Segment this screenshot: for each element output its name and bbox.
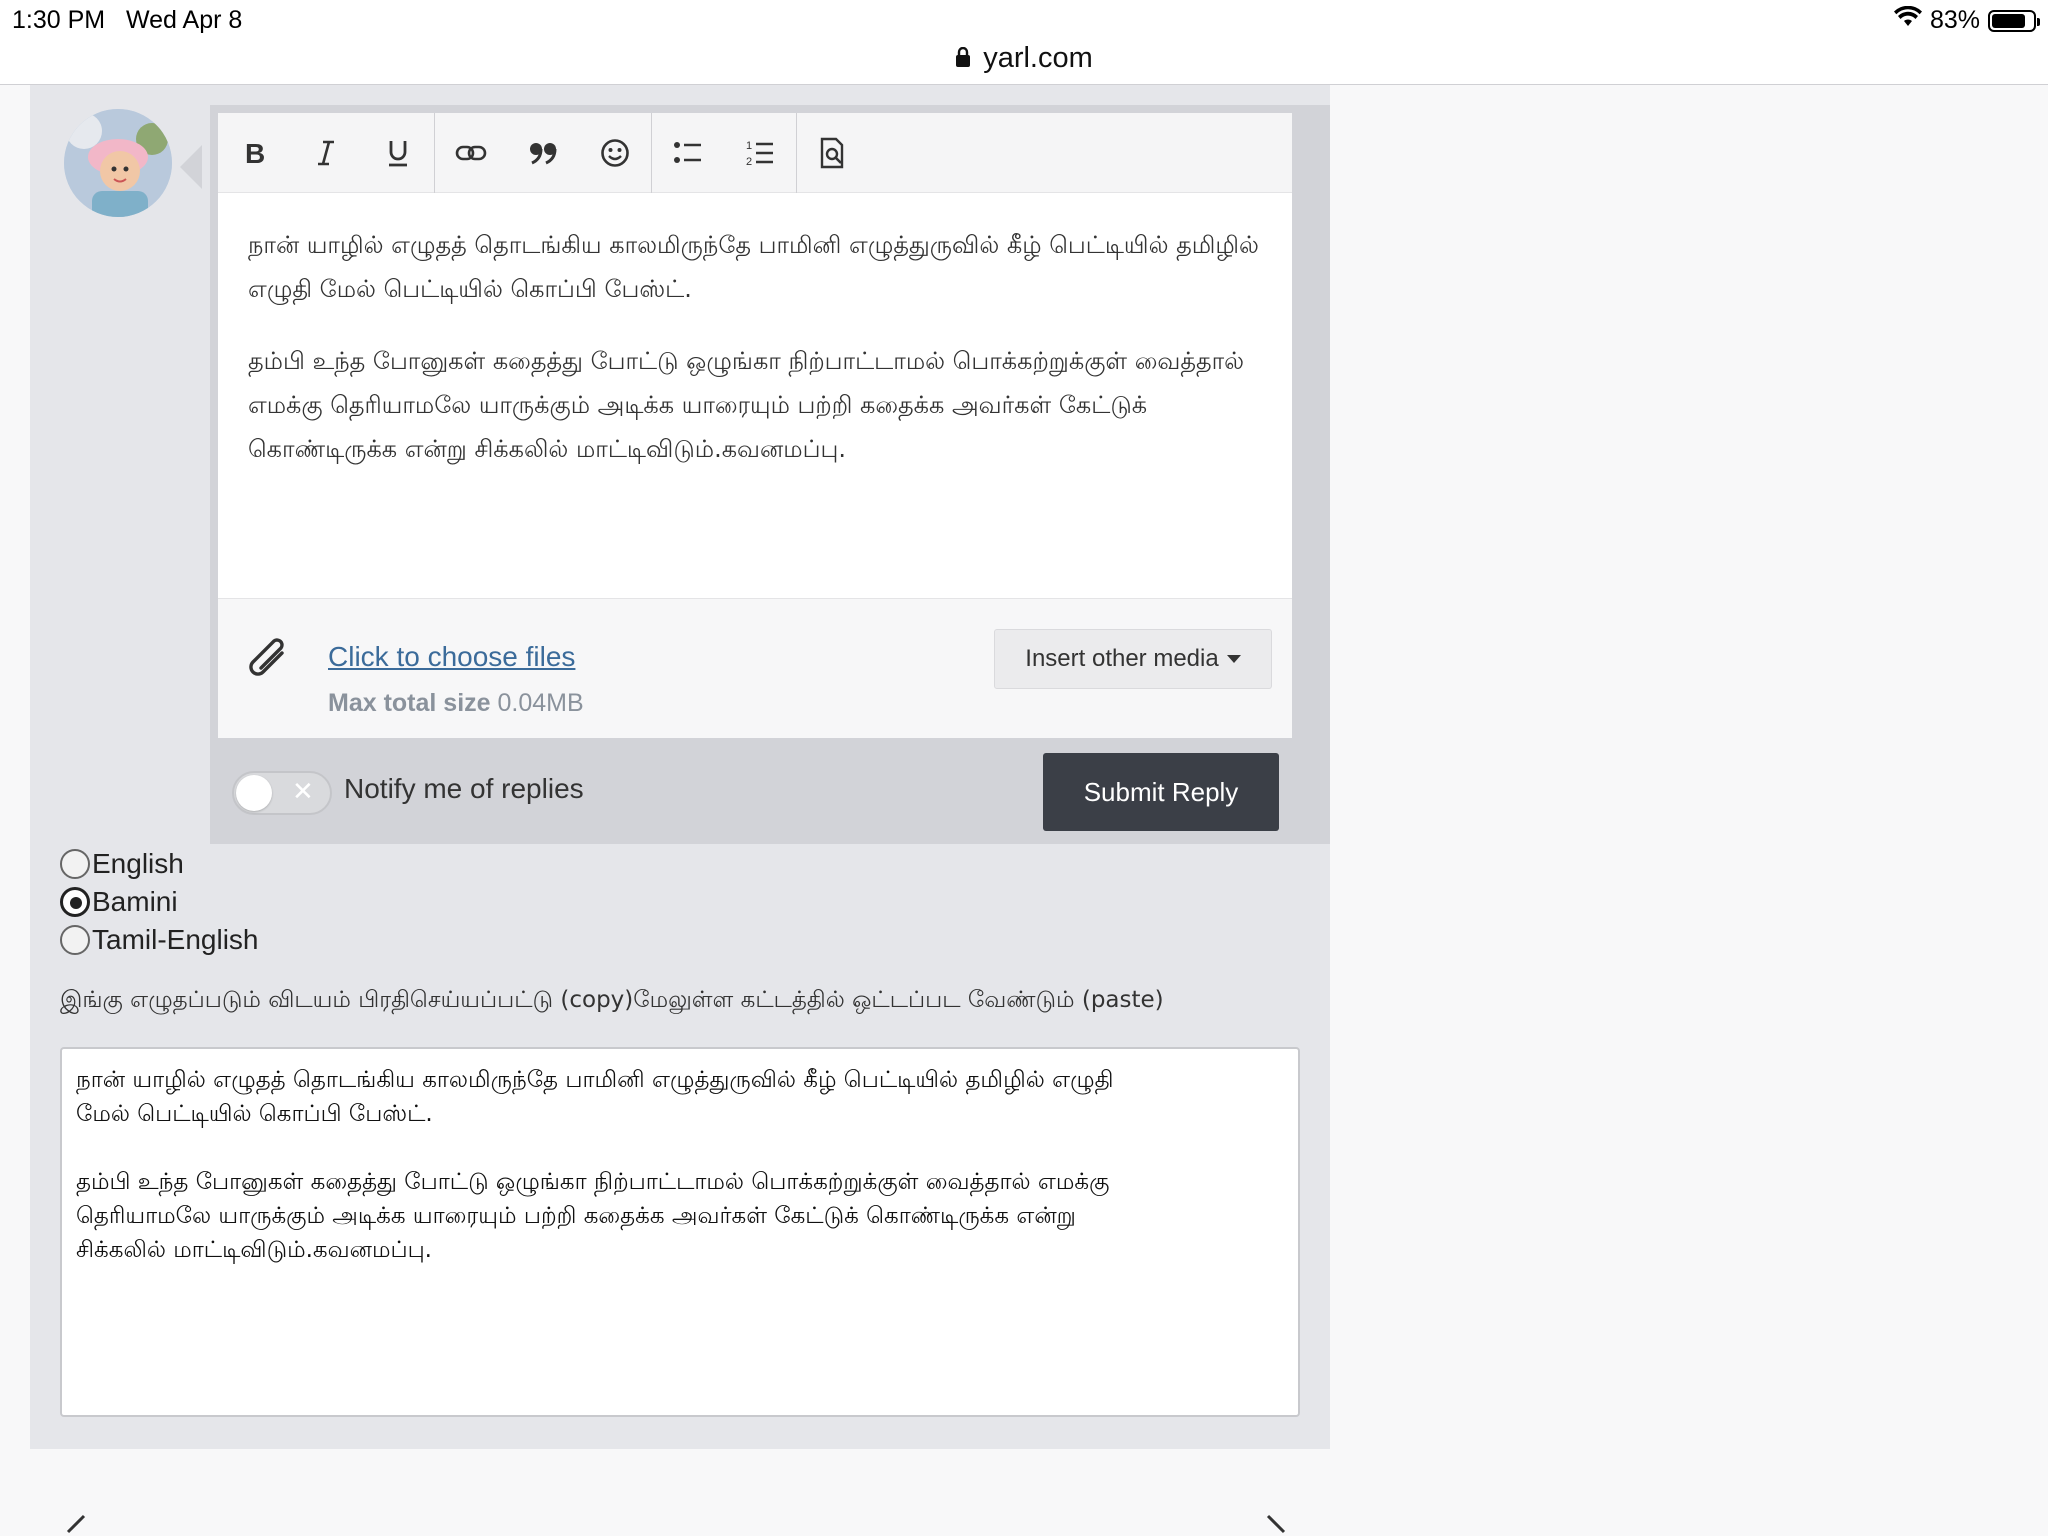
status-indicators: 83% bbox=[1893, 5, 2040, 35]
radio-english[interactable]: English bbox=[60, 845, 259, 883]
svg-text:2: 2 bbox=[746, 156, 752, 168]
notify-toggle[interactable]: ✕ bbox=[232, 771, 332, 815]
choose-files-link[interactable]: Click to choose files bbox=[328, 641, 575, 673]
chevron-left-icon[interactable] bbox=[60, 1512, 90, 1536]
quote-icon[interactable] bbox=[507, 113, 579, 193]
insert-media-button[interactable]: Insert other media bbox=[994, 629, 1272, 689]
max-size-label: Max total size bbox=[328, 689, 491, 717]
numbered-list-icon[interactable]: 12 bbox=[724, 113, 796, 193]
toggle-knob bbox=[236, 775, 272, 811]
lock-icon bbox=[955, 42, 971, 75]
italic-icon[interactable] bbox=[290, 113, 362, 193]
radio-button[interactable] bbox=[60, 887, 90, 917]
avatar[interactable] bbox=[64, 109, 172, 217]
status-time: 1:30 PM bbox=[12, 6, 106, 34]
url-text[interactable]: yarl.com bbox=[983, 42, 1093, 75]
battery-percent: 83% bbox=[1929, 6, 1980, 34]
avatar-pointer bbox=[180, 145, 202, 189]
radio-button[interactable] bbox=[60, 849, 90, 879]
editor-paragraph: நான் யாழில் எழுதத் தொடங்கிய காலமிருந்தே … bbox=[248, 231, 1259, 303]
svg-text:1: 1 bbox=[746, 140, 752, 152]
notify-label: Notify me of replies bbox=[344, 773, 584, 804]
caret-down-icon bbox=[1226, 655, 1241, 663]
chevron-right-icon[interactable] bbox=[1262, 1512, 1292, 1536]
max-size-info: Max total size 0.04MB bbox=[328, 689, 584, 718]
source-textarea[interactable]: நான் யாழில் எழுதத் தொடங்கிய காலமிருந்தே … bbox=[60, 1047, 1300, 1417]
radio-label: Tamil-English bbox=[92, 924, 259, 955]
editor-container: B 1 2 நான் யாழில் எழுதத் தொடங்கிய காலமிர… bbox=[210, 105, 1330, 844]
wifi-icon bbox=[1893, 5, 1922, 35]
emoji-icon[interactable] bbox=[579, 113, 651, 193]
close-icon: ✕ bbox=[292, 777, 314, 807]
url-bar[interactable]: yarl.com bbox=[0, 40, 2048, 85]
status-bar: 1:30 PM Wed Apr 8 83% bbox=[0, 0, 2048, 40]
status-date: Wed Apr 8 bbox=[126, 6, 243, 34]
bullet-list-icon[interactable] bbox=[652, 113, 724, 193]
radio-label: Bamini bbox=[92, 886, 178, 917]
editor-paragraph: தம்பி உந்த போனுகள் கதைத்து போட்டு ஒழுங்க… bbox=[248, 347, 1245, 463]
radio-tamil-english[interactable]: Tamil-English bbox=[60, 921, 259, 959]
attachment-area: Click to choose files Max total size 0.0… bbox=[218, 598, 1292, 738]
preview-icon[interactable] bbox=[797, 113, 869, 193]
rich-text-editor[interactable]: B 1 2 நான் யாழில் எழுதத் தொடங்கிய காலமிர… bbox=[218, 113, 1292, 738]
insert-media-label: Insert other media bbox=[1025, 645, 1219, 672]
radio-label: English bbox=[92, 848, 184, 879]
editor-content[interactable]: நான் யாழில் எழுதத் தொடங்கிய காலமிருந்தே … bbox=[248, 223, 1268, 499]
keyboard-options: English Bamini Tamil-English bbox=[60, 845, 259, 959]
svg-text:B: B bbox=[245, 139, 265, 167]
max-size-value: 0.04MB bbox=[497, 689, 584, 717]
bold-icon[interactable]: B bbox=[218, 113, 290, 193]
battery-icon bbox=[1988, 9, 2040, 32]
paperclip-icon bbox=[244, 631, 294, 691]
submit-reply-button[interactable]: Submit Reply bbox=[1043, 753, 1279, 831]
underline-icon[interactable] bbox=[362, 113, 434, 193]
instruction-text: இங்கு எழுதப்படும் விடயம் பிரதிசெய்யப்பட்… bbox=[60, 987, 1164, 1013]
radio-bamini[interactable]: Bamini bbox=[60, 883, 259, 921]
radio-button[interactable] bbox=[60, 925, 90, 955]
editor-toolbar: B 1 2 bbox=[218, 113, 1292, 193]
reply-panel: B 1 2 நான் யாழில் எழுதத் தொடங்கிய காலமிர… bbox=[30, 85, 1330, 1449]
link-icon[interactable] bbox=[435, 113, 507, 193]
